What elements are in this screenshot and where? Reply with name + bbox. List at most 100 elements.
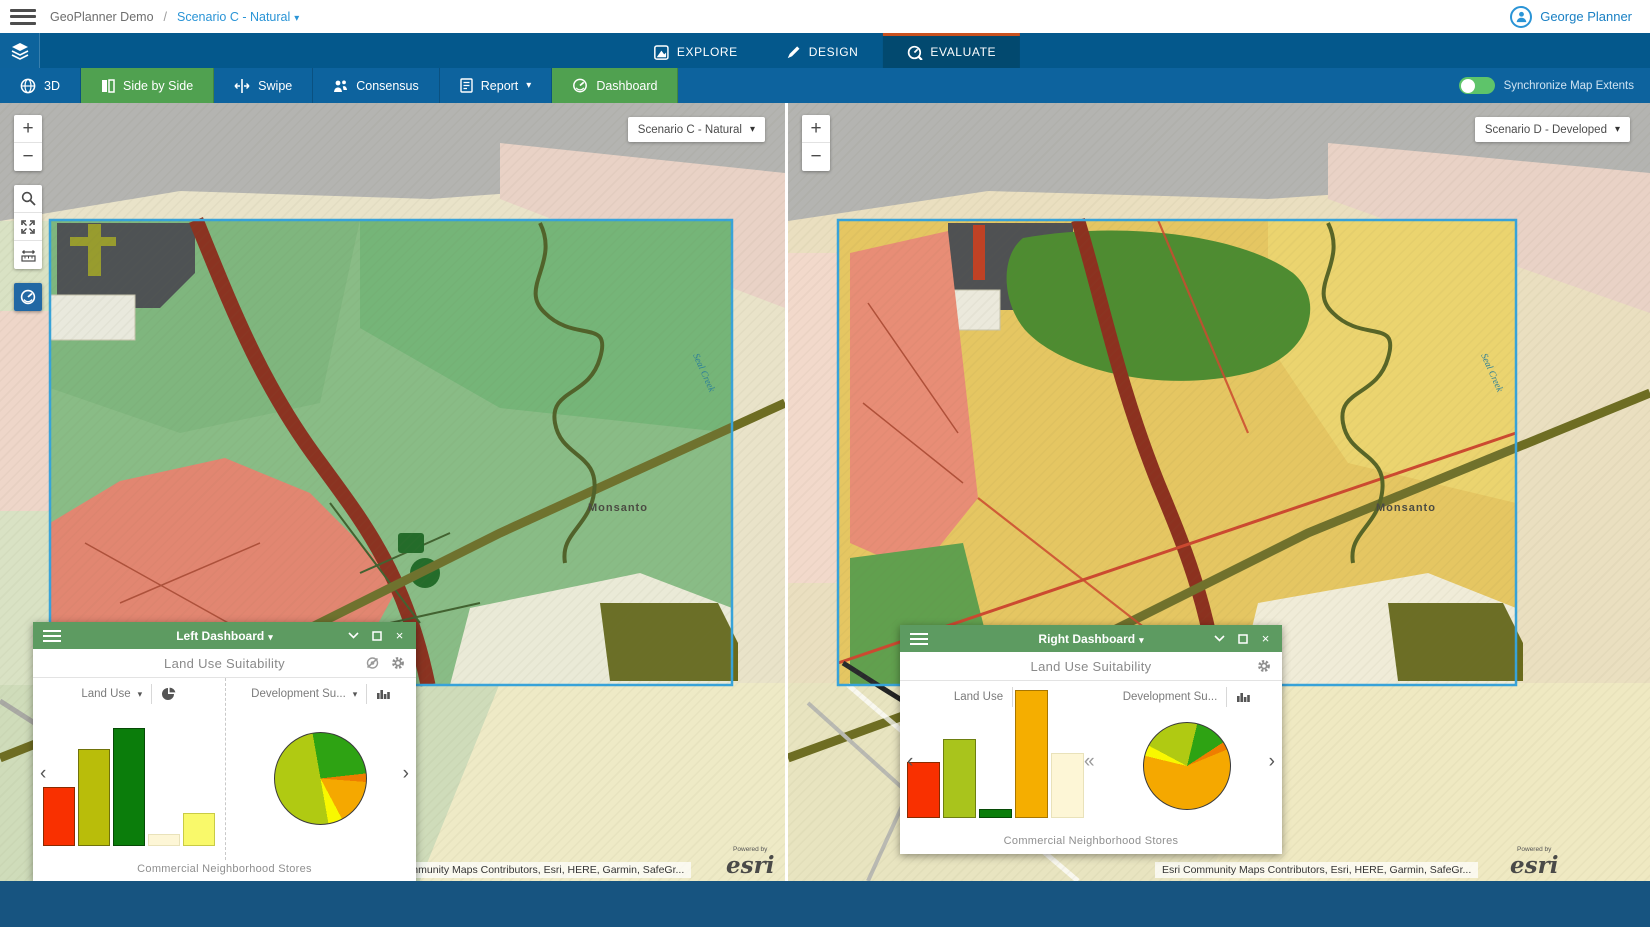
map-compare-container: Monsanto Seal Creek + −	[0, 103, 1650, 881]
left-dashboard-body: ‹ Land Use▾ Development Su...	[33, 678, 416, 860]
previous-page-arrow[interactable]: ‹	[40, 764, 46, 783]
report-doc-icon	[460, 78, 473, 93]
left-development-suitability-pie-chart	[274, 732, 367, 825]
design-pen-icon	[786, 45, 801, 60]
panel-menu-hamburger-icon[interactable]	[43, 630, 61, 642]
left-map-place-label: Monsanto	[588, 502, 648, 514]
main-menu-hamburger-icon[interactable]	[10, 9, 36, 25]
left-panel-title: Land Use Suitability	[164, 656, 285, 671]
breadcrumb-separator: /	[164, 10, 167, 24]
left-land-use-bar-chart	[43, 728, 215, 846]
measure-icon[interactable]	[14, 241, 42, 269]
chevron-down-icon: ▾	[1139, 635, 1144, 645]
zoom-in-icon[interactable]: +	[14, 115, 42, 143]
chevron-down-icon: ▾	[750, 124, 755, 135]
main-nav-bar: EXPLORE DESIGN EVALUATE	[0, 33, 1650, 68]
maximize-icon[interactable]	[370, 629, 383, 642]
previous-page-arrow[interactable]: ‹	[907, 752, 913, 771]
left-map-attribution: Esri Community Maps Contributors, Esri, …	[368, 862, 691, 878]
dashboard-gauge-icon	[572, 78, 588, 93]
right-dashboard-header[interactable]: Right Dashboard▾ ×	[900, 625, 1282, 652]
collapse-chevron-down-icon[interactable]	[1213, 632, 1226, 645]
right-development-suitability-pie-chart	[1143, 722, 1231, 810]
side-by-side-icon	[101, 79, 115, 93]
close-icon[interactable]: ×	[1259, 632, 1272, 645]
right-map-controls: + −	[802, 115, 830, 185]
right-dashboard-title[interactable]: Right Dashboard▾	[1038, 632, 1143, 646]
magnifier-icon[interactable]	[14, 185, 42, 213]
right-dashboard-panel: Right Dashboard▾ × Land Use Suitability …	[900, 625, 1282, 854]
left-land-use-widget: Land Use▾	[33, 678, 225, 860]
right-land-use-widget: Land Use	[900, 681, 1091, 832]
right-panel-title: Land Use Suitability	[1031, 659, 1152, 674]
evaluate-gauge-icon	[906, 45, 922, 60]
close-icon[interactable]: ×	[393, 629, 406, 642]
synchronize-map-extents-label: Synchronize Map Extents	[1504, 80, 1634, 92]
user-avatar-icon	[1510, 6, 1532, 28]
collapse-divider-arrow[interactable]: «	[1084, 752, 1095, 771]
left-dashboard-header[interactable]: Left Dashboard▾ ×	[33, 622, 416, 649]
esri-logo: Powered by esri	[1510, 847, 1558, 878]
pie-chart-icon[interactable]	[161, 687, 176, 702]
dashboard-gauge-icon[interactable]	[14, 283, 42, 311]
chevron-down-icon: ▾	[353, 689, 358, 700]
chevron-down-icon: ▾	[268, 632, 273, 642]
bottom-bar	[0, 881, 1650, 927]
left-development-suitability-widget: Development Su...▾	[225, 678, 417, 860]
right-scenario-selector[interactable]: Scenario D - Developed ▾	[1475, 117, 1630, 142]
top-bar: GeoPlanner Demo / Scenario C - Natural▾ …	[0, 0, 1650, 33]
report-button[interactable]: Report ▾	[440, 68, 553, 103]
tab-design[interactable]: DESIGN	[762, 33, 883, 68]
3d-button[interactable]: 3D	[0, 68, 81, 103]
right-dashboard-footer-label: Commercial Neighborhood Stores	[900, 832, 1282, 854]
left-dashboard-title[interactable]: Left Dashboard▾	[176, 629, 273, 643]
layers-icon[interactable]	[0, 33, 40, 68]
development-suitability-selector[interactable]: Development Su...	[1123, 691, 1218, 703]
land-use-layer-selector[interactable]: Land Use▾	[81, 688, 142, 700]
right-development-suitability-widget: Development Su...	[1091, 681, 1282, 832]
right-land-use-bar-chart	[907, 690, 1084, 818]
left-dashboard-subheader: Land Use Suitability	[33, 649, 416, 678]
zoom-out-icon[interactable]: −	[14, 143, 42, 171]
right-map-canvas[interactable]: Monsanto Seal Creek + − Scenario D - Dev…	[788, 103, 1650, 881]
geoplanner-app: GeoPlanner Demo / Scenario C - Natural▾ …	[0, 0, 1650, 927]
zoom-in-icon[interactable]: +	[802, 115, 830, 143]
right-dashboard-body: ‹ Land Use « Develo	[900, 681, 1282, 832]
gear-icon[interactable]	[391, 656, 405, 670]
synchronize-map-extents-toggle[interactable]	[1459, 77, 1495, 94]
chevron-down-icon: ▾	[294, 13, 299, 24]
left-dashboard-footer-label: Commercial Neighborhood Stores	[33, 860, 416, 881]
swipe-button[interactable]: Swipe	[214, 68, 313, 103]
swipe-icon	[234, 79, 250, 93]
side-by-side-button[interactable]: Side by Side	[81, 68, 214, 103]
right-map-attribution: Esri Community Maps Contributors, Esri, …	[1155, 862, 1478, 878]
expand-icon[interactable]	[14, 213, 42, 241]
next-page-arrow[interactable]: ›	[403, 764, 409, 783]
app-title: GeoPlanner Demo	[50, 10, 154, 24]
consensus-people-icon	[333, 79, 348, 93]
left-map-controls: + −	[14, 115, 42, 325]
breadcrumb-scenario-dropdown[interactable]: Scenario C - Natural▾	[177, 10, 299, 24]
explore-map-icon	[654, 45, 669, 60]
left-map-canvas[interactable]: Monsanto Seal Creek + −	[0, 103, 785, 881]
panel-menu-hamburger-icon[interactable]	[910, 633, 928, 645]
tab-explore[interactable]: EXPLORE	[630, 33, 762, 68]
left-scenario-selector[interactable]: Scenario C - Natural ▾	[628, 117, 765, 142]
development-suitability-selector[interactable]: Development Su...▾	[251, 688, 357, 700]
tab-evaluate[interactable]: EVALUATE	[882, 33, 1020, 68]
eye-hidden-icon[interactable]	[365, 657, 380, 669]
dashboard-button[interactable]: Dashboard	[552, 68, 678, 103]
bar-chart-icon[interactable]	[1236, 691, 1250, 703]
next-page-arrow[interactable]: ›	[1269, 752, 1275, 771]
chevron-down-icon: ▾	[138, 689, 143, 700]
user-menu[interactable]: George Planner	[1510, 6, 1650, 28]
mode-tabs: EXPLORE DESIGN EVALUATE	[630, 33, 1020, 68]
maximize-icon[interactable]	[1236, 632, 1249, 645]
bar-chart-icon[interactable]	[376, 688, 390, 700]
consensus-button[interactable]: Consensus	[313, 68, 440, 103]
zoom-out-icon[interactable]: −	[802, 143, 830, 171]
esri-logo: Powered by esri	[726, 847, 774, 878]
evaluate-toolbar: 3D Side by Side Swipe Consensus Report ▾…	[0, 68, 1650, 103]
gear-icon[interactable]	[1257, 659, 1271, 673]
collapse-chevron-down-icon[interactable]	[347, 629, 360, 642]
